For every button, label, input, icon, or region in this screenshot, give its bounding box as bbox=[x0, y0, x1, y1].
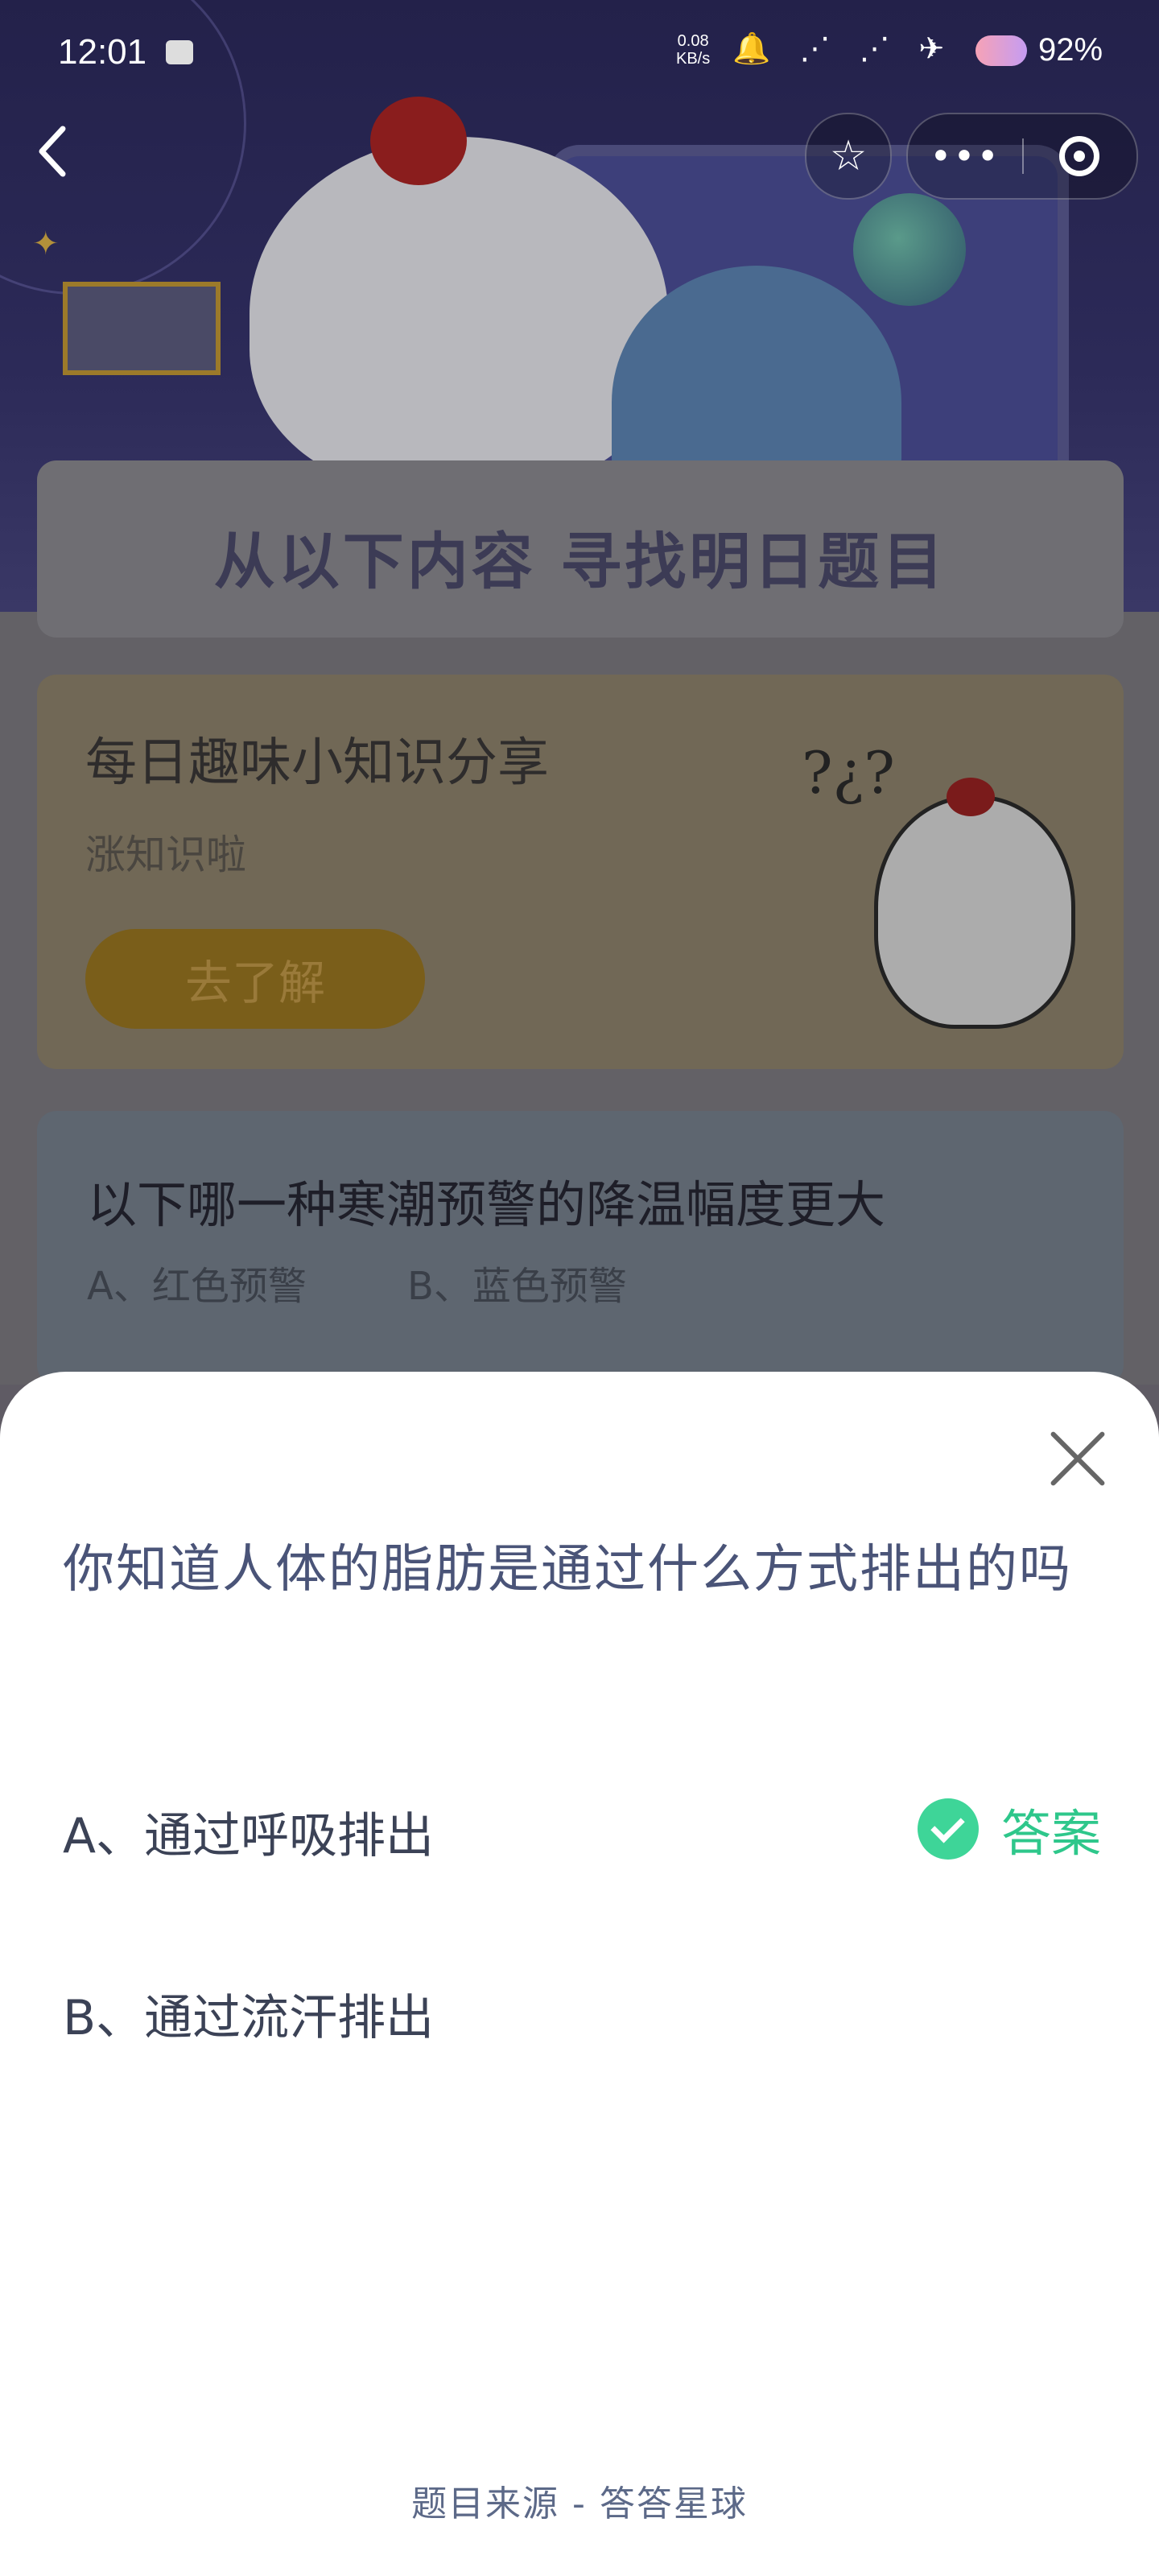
globe-illustration bbox=[853, 193, 966, 306]
knowledge-subtitle: 涨知识啦 bbox=[85, 832, 246, 878]
sparkle-icon: ✦ bbox=[32, 225, 60, 262]
chick-comb-illustration bbox=[370, 97, 467, 185]
chevron-left-icon bbox=[39, 126, 66, 177]
answer-option-label: B、通过流汗排出 bbox=[63, 1990, 435, 2046]
mini-program-capsule: ••• bbox=[906, 113, 1138, 200]
back-button[interactable] bbox=[32, 121, 80, 182]
target-circle-icon bbox=[1059, 136, 1099, 176]
find-panel-title: 从以下内容 寻找明日题目 bbox=[213, 526, 947, 597]
question-option-b: B、蓝色预警 bbox=[407, 1264, 627, 1309]
thinking-chick-comb bbox=[947, 778, 995, 816]
knowledge-title: 每日趣味小知识分享 bbox=[85, 733, 549, 793]
question-source: 题目来源 - 答答星球 bbox=[411, 2483, 748, 2524]
net-speed-value: 0.08 bbox=[677, 32, 709, 50]
thinking-chick-illustration: ?¿? bbox=[802, 731, 1091, 1037]
sheet-question: 你知道人体的脂肪是通过什么方式排出的吗 bbox=[63, 1540, 1072, 1600]
star-icon: ☆ bbox=[829, 132, 868, 180]
battery-icon bbox=[975, 35, 1027, 66]
battery-percent: 92% bbox=[1038, 32, 1103, 68]
correct-answer-badge: 答案 bbox=[917, 1797, 1101, 1863]
close-app-button[interactable] bbox=[1022, 114, 1136, 198]
signal-wifi-icons: 🔔 ⋰ ⋰ ✈ bbox=[732, 31, 955, 66]
knowledge-card[interactable]: 每日趣味小知识分享 涨知识啦 去了解 ?¿? bbox=[37, 675, 1124, 1069]
answer-tag: 答案 bbox=[1000, 1804, 1101, 1863]
chick-mascot-illustration bbox=[250, 137, 668, 491]
answer-option-b[interactable]: B、通过流汗排出 bbox=[63, 1964, 1101, 2053]
medal-board-illustration bbox=[63, 282, 221, 375]
net-speed-unit: KB/s bbox=[676, 50, 711, 68]
status-time: 12:01 bbox=[58, 32, 147, 72]
close-icon[interactable] bbox=[1046, 1426, 1111, 1491]
answer-option-label: A、通过呼吸排出 bbox=[63, 1808, 435, 1864]
more-button[interactable]: ••• bbox=[908, 114, 1022, 198]
notification-icon bbox=[166, 40, 193, 64]
question-option-a: A、红色预警 bbox=[87, 1264, 307, 1309]
find-panel: 从以下内容 寻找明日题目 bbox=[37, 460, 1124, 638]
check-circle-icon bbox=[917, 1798, 979, 1860]
tomorrow-question-card[interactable]: 以下哪一种寒潮预警的降温幅度更大 A、红色预警 B、蓝色预警 bbox=[37, 1111, 1124, 1385]
network-speed: 0.08 KB/s bbox=[676, 32, 710, 68]
thinking-chick-body bbox=[874, 795, 1075, 1029]
question-text: 以下哪一种寒潮预警的降温幅度更大 bbox=[87, 1175, 886, 1234]
more-dots-icon: ••• bbox=[930, 134, 1000, 178]
answer-option-a[interactable]: A、通过呼吸排出 答案 bbox=[63, 1782, 1101, 1871]
favorite-button[interactable]: ☆ bbox=[805, 113, 892, 200]
question-marks-icon: ?¿? bbox=[802, 739, 895, 807]
answer-bottom-sheet: 你知道人体的脂肪是通过什么方式排出的吗 A、通过呼吸排出 答案 B、通过流汗排出… bbox=[0, 1372, 1159, 2576]
status-bar: 12:01 0.08 KB/s 🔔 ⋰ ⋰ ✈ 92% bbox=[0, 0, 1159, 105]
learn-more-button[interactable]: 去了解 bbox=[85, 929, 425, 1029]
